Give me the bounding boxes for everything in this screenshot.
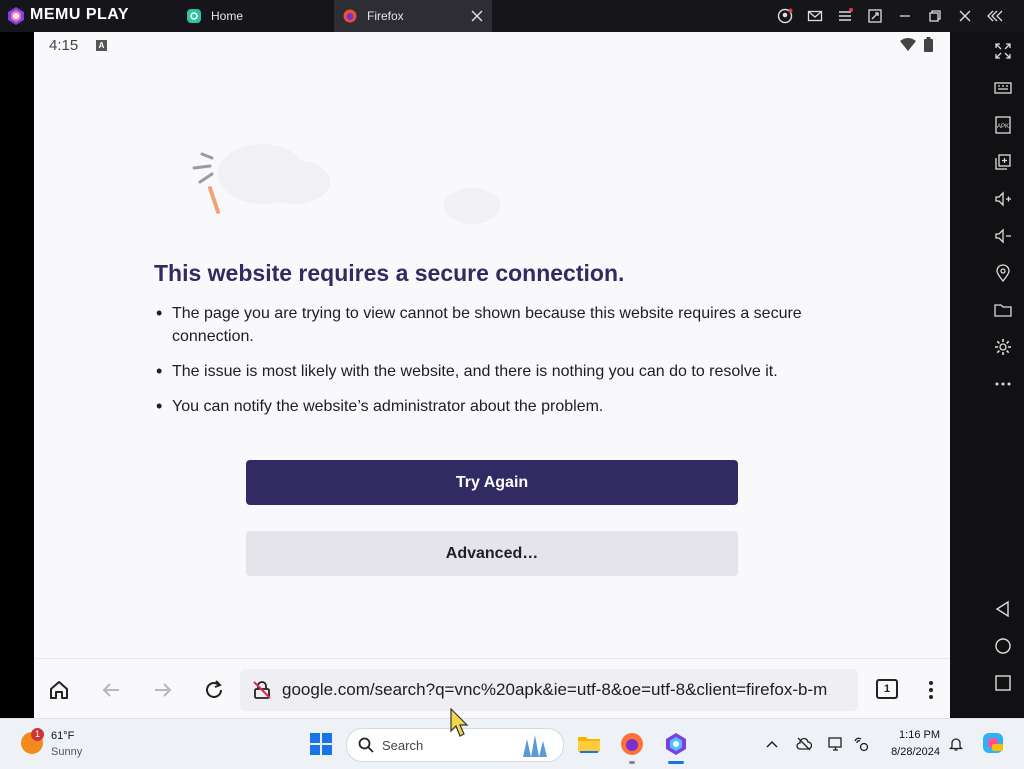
menu-icon[interactable] bbox=[837, 8, 853, 24]
restore-icon[interactable] bbox=[927, 8, 943, 24]
insecure-lock-icon[interactable] bbox=[252, 680, 272, 700]
error-detail-item: You can notify the website’s administrat… bbox=[154, 395, 814, 418]
firefox-icon bbox=[343, 9, 357, 23]
forward-icon[interactable] bbox=[152, 679, 174, 701]
tab-home-label: Home bbox=[211, 9, 244, 23]
tab-home[interactable]: Home bbox=[178, 0, 328, 32]
android-home-icon[interactable] bbox=[994, 637, 1012, 655]
back-icon[interactable] bbox=[100, 679, 122, 701]
weather-condition[interactable]: Sunny bbox=[51, 746, 82, 758]
folder-icon[interactable] bbox=[994, 301, 1012, 319]
keyboard-icon[interactable] bbox=[994, 79, 1012, 97]
taskbar-clock[interactable]: 1:16 PM bbox=[880, 729, 940, 741]
apk-icon[interactable]: APK bbox=[994, 116, 1012, 134]
home-app-icon bbox=[187, 9, 201, 23]
wifi-icon bbox=[900, 38, 916, 51]
weather-alert-badge: 1 bbox=[31, 728, 44, 741]
network-icon[interactable] bbox=[853, 736, 869, 752]
volume-down-icon[interactable] bbox=[994, 227, 1012, 245]
chevron-up-icon[interactable] bbox=[764, 736, 780, 752]
error-title: This website requires a secure connectio… bbox=[154, 260, 625, 286]
emulator-sidebar: APK bbox=[950, 32, 1024, 718]
close-window-icon[interactable] bbox=[957, 8, 973, 24]
error-details-list: The page you are trying to view cannot b… bbox=[154, 302, 814, 430]
svg-text:APK: APK bbox=[997, 124, 1009, 130]
multi-instance-icon[interactable] bbox=[994, 153, 1012, 171]
display-icon[interactable] bbox=[828, 736, 844, 752]
window-mode-icon[interactable] bbox=[867, 8, 883, 24]
minimize-icon[interactable] bbox=[897, 8, 913, 24]
try-again-button[interactable]: Try Again bbox=[246, 460, 738, 505]
file-explorer-icon[interactable] bbox=[577, 732, 601, 756]
running-indicator bbox=[629, 761, 635, 764]
reload-icon[interactable] bbox=[203, 679, 225, 701]
browser-toolbar: google.com/search?q=vnc%20apk&ie=utf-8&o… bbox=[34, 658, 950, 718]
volume-up-icon[interactable] bbox=[994, 190, 1012, 208]
location-icon[interactable] bbox=[994, 264, 1012, 282]
weather-temperature[interactable]: 61°F bbox=[51, 730, 74, 742]
url-text[interactable]: google.com/search?q=vnc%20apk&ie=utf-8&o… bbox=[282, 680, 852, 700]
taskbar-date[interactable]: 8/28/2024 bbox=[870, 746, 940, 758]
search-highlight-icon bbox=[523, 735, 547, 757]
mail-icon[interactable] bbox=[807, 8, 823, 24]
android-status-bar: 4:15 A bbox=[34, 32, 950, 58]
windows-start-icon[interactable] bbox=[310, 733, 332, 755]
settings-icon[interactable] bbox=[994, 338, 1012, 356]
tab-counter-button[interactable]: 1 bbox=[876, 679, 898, 699]
tab-firefox[interactable]: Firefox bbox=[334, 0, 492, 32]
firefox-taskbar-icon[interactable] bbox=[620, 732, 644, 756]
error-detail-item: The page you are trying to view cannot b… bbox=[154, 302, 814, 348]
android-screen: 4:15 A This website requires a secure co… bbox=[34, 32, 950, 718]
fullscreen-icon[interactable] bbox=[994, 42, 1012, 60]
active-indicator bbox=[668, 761, 684, 764]
memu-taskbar-icon[interactable] bbox=[664, 732, 688, 756]
memu-logo-icon bbox=[8, 7, 24, 25]
url-bar[interactable]: google.com/search?q=vnc%20apk&ie=utf-8&o… bbox=[240, 669, 858, 711]
error-illustration bbox=[192, 144, 500, 224]
emulator-titlebar: MEMU PLAY Home Firefox bbox=[0, 0, 1024, 32]
status-clock: 4:15 bbox=[49, 37, 79, 54]
more-menu-icon[interactable] bbox=[920, 679, 942, 701]
search-icon bbox=[358, 737, 374, 753]
android-recents-icon[interactable] bbox=[994, 674, 1012, 692]
mouse-cursor-icon bbox=[450, 708, 469, 737]
account-icon[interactable] bbox=[777, 8, 793, 24]
more-options-icon[interactable] bbox=[994, 375, 1012, 393]
left-border bbox=[0, 32, 34, 718]
advanced-button[interactable]: Advanced… bbox=[246, 531, 738, 576]
search-label: Search bbox=[382, 738, 424, 753]
emulator-name: MEMU PLAY bbox=[30, 6, 130, 23]
android-back-icon[interactable] bbox=[994, 600, 1012, 618]
home-icon[interactable] bbox=[48, 679, 70, 701]
notification-bell-icon[interactable] bbox=[948, 736, 964, 752]
close-tab-icon[interactable] bbox=[470, 9, 484, 23]
tab-firefox-label: Firefox bbox=[367, 9, 404, 23]
battery-icon bbox=[924, 37, 933, 52]
error-detail-item: The issue is most likely with the websit… bbox=[154, 360, 814, 383]
copilot-icon[interactable] bbox=[982, 732, 1004, 754]
cloud-offline-icon[interactable] bbox=[796, 736, 812, 752]
collapse-sidebar-icon[interactable] bbox=[987, 8, 1003, 24]
status-notification-icon: A bbox=[96, 40, 107, 51]
windows-taskbar: 1 61°F Sunny Search 1:16 PM 8/28/2024 bbox=[0, 718, 1024, 769]
